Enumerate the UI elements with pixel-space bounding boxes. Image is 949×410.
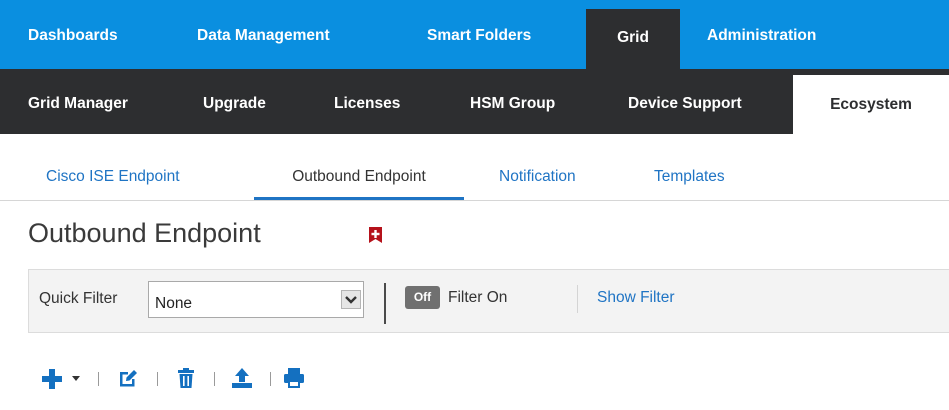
sub-nav-device-support[interactable]: Device Support: [628, 69, 742, 134]
sub-nav-licenses[interactable]: Licenses: [334, 69, 400, 134]
top-nav-administration[interactable]: Administration: [707, 0, 816, 69]
quick-filter-select[interactable]: None: [148, 281, 364, 318]
toolbar-separator: [214, 372, 215, 386]
upload-icon[interactable]: [231, 367, 253, 389]
sub-nav-hsm-group[interactable]: HSM Group: [470, 69, 555, 134]
top-nav-grid[interactable]: Grid: [586, 9, 680, 69]
sub-nav: Grid Manager Upgrade Licenses HSM Group …: [0, 69, 949, 134]
toolbar-separator: [98, 372, 99, 386]
tab-notification[interactable]: Notification: [499, 134, 576, 198]
bookmark-icon[interactable]: [368, 227, 383, 243]
dropdown-caret-icon[interactable]: [71, 375, 81, 383]
add-icon[interactable]: [40, 367, 64, 391]
filter-divider-light: [577, 285, 578, 313]
print-icon[interactable]: [283, 367, 305, 389]
quick-filter-label: Quick Filter: [39, 290, 118, 307]
page-title: Outbound Endpoint: [28, 218, 261, 248]
top-nav-data-management[interactable]: Data Management: [197, 0, 330, 69]
filter-bar: Quick Filter None Off Filter On Show Fil…: [28, 269, 949, 333]
chevron-down-icon[interactable]: [341, 290, 361, 309]
filter-on-label: Filter On: [448, 289, 508, 306]
edit-icon[interactable]: [117, 367, 139, 389]
filter-toggle[interactable]: Off: [405, 286, 440, 309]
top-nav-dashboards[interactable]: Dashboards: [28, 0, 118, 69]
sub-nav-grid-manager[interactable]: Grid Manager: [28, 69, 128, 134]
delete-icon[interactable]: [176, 367, 196, 389]
action-toolbar: [40, 367, 320, 391]
tab-outbound-endpoint[interactable]: Outbound Endpoint: [254, 134, 464, 200]
sub-nav-ecosystem[interactable]: Ecosystem: [793, 75, 949, 134]
top-nav: Dashboards Data Management Smart Folders…: [0, 0, 949, 69]
toolbar-separator: [157, 372, 158, 386]
quick-filter-value: None: [155, 295, 193, 312]
toolbar-separator: [270, 372, 271, 386]
show-filter-link[interactable]: Show Filter: [597, 289, 675, 307]
top-nav-smart-folders[interactable]: Smart Folders: [427, 0, 531, 69]
tab-bar: Cisco ISE Endpoint Outbound Endpoint Not…: [0, 134, 949, 201]
sub-nav-upgrade[interactable]: Upgrade: [203, 69, 266, 134]
tab-cisco-ise-endpoint[interactable]: Cisco ISE Endpoint: [46, 134, 180, 198]
filter-divider: [384, 283, 386, 324]
tab-templates[interactable]: Templates: [654, 134, 725, 198]
